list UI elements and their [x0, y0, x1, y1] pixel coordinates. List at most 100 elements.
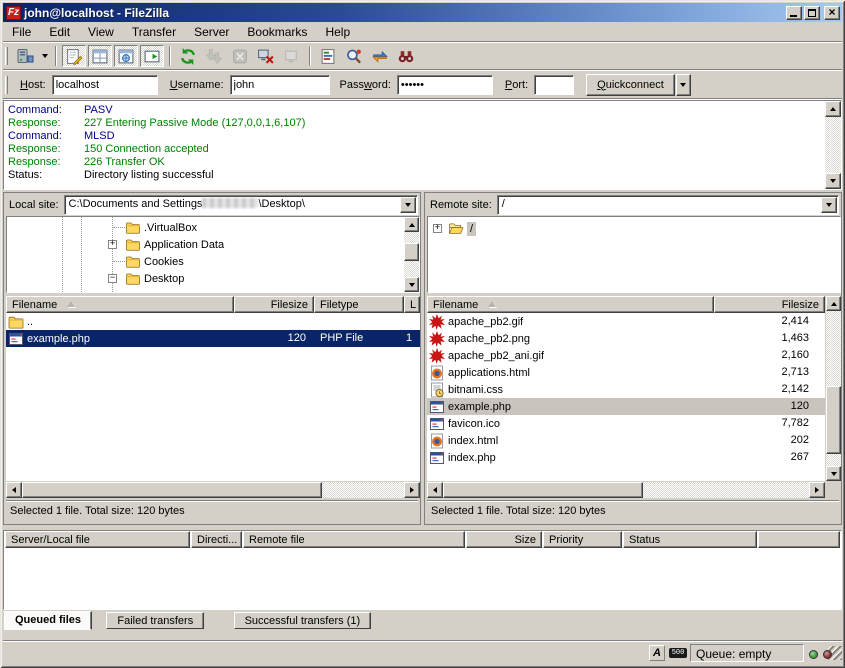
column-header-filename[interactable]: Filename: [6, 296, 234, 313]
menu-server[interactable]: Server: [185, 23, 238, 41]
quickconnect-button[interactable]: Quickconnect: [586, 74, 675, 96]
queue-column-header[interactable]: Server/Local file: [5, 531, 190, 548]
scroll-right-button[interactable]: [809, 482, 825, 498]
file-row[interactable]: index.html202: [427, 432, 825, 449]
queue-column-header[interactable]: Status: [623, 531, 757, 548]
file-row[interactable]: apache_pb2_ani.gif2,160: [427, 347, 825, 364]
remote-site-combo[interactable]: /: [497, 195, 839, 215]
refresh-button[interactable]: [176, 45, 200, 67]
scrollbar-thumb[interactable]: [443, 482, 643, 498]
file-row[interactable]: applications.html2,713: [427, 364, 825, 381]
toggle-remote-tree-button[interactable]: [114, 45, 138, 67]
column-header-filesize[interactable]: Filesize: [714, 296, 825, 313]
tree-expander-expand[interactable]: +: [108, 240, 117, 249]
tab-failed-transfers[interactable]: Failed transfers: [106, 612, 204, 629]
remote-file-list[interactable]: apache_pb2.gif2,414apache_pb2.png1,463ap…: [427, 313, 825, 481]
scrollbar-thumb[interactable]: [826, 386, 841, 454]
site-manager-dropdown-button[interactable]: [38, 45, 51, 67]
close-button[interactable]: ×: [824, 6, 840, 20]
synchronized-browsing-button[interactable]: [368, 45, 392, 67]
tab-queued-files[interactable]: Queued files: [4, 611, 92, 630]
menu-help[interactable]: Help: [316, 23, 359, 41]
file-row[interactable]: favicon.ico7,782: [427, 415, 825, 432]
site-manager-button[interactable]: [13, 45, 37, 67]
toggle-local-tree-button[interactable]: [88, 45, 112, 67]
queue-column-header[interactable]: Directi...: [191, 531, 242, 548]
port-input[interactable]: [534, 75, 574, 95]
tree-expander-expand[interactable]: +: [433, 224, 442, 233]
message-log[interactable]: Command:PASVResponse:227 Entering Passiv…: [3, 100, 842, 190]
menu-file[interactable]: File: [3, 23, 40, 41]
local-tree[interactable]: .VirtualBox + Application DataCookies−Desk…: [6, 216, 420, 293]
log-scrollbar[interactable]: [825, 101, 841, 189]
scroll-left-button[interactable]: [427, 482, 443, 498]
remote-tree[interactable]: +/: [427, 216, 841, 293]
drag-grip[interactable]: [5, 76, 8, 94]
file-row[interactable]: apache_pb2.gif2,414: [427, 313, 825, 330]
scroll-down-button[interactable]: [404, 277, 419, 292]
drag-grip[interactable]: [5, 47, 8, 65]
scroll-left-button[interactable]: [6, 482, 22, 498]
local-pane: Local site: C:\Documents and Settings\De…: [3, 192, 421, 525]
host-input[interactable]: [52, 75, 158, 95]
file-row[interactable]: apache_pb2.png1,463: [427, 330, 825, 347]
queue-column-header[interactable]: Size: [466, 531, 542, 548]
toggle-message-log-button[interactable]: [62, 45, 86, 67]
quickconnect-dropdown-button[interactable]: [676, 74, 691, 96]
local-file-list[interactable]: ..example.php120PHP File1: [6, 313, 420, 481]
separator: [3, 640, 842, 642]
minimize-button[interactable]: [786, 6, 802, 20]
queue-column-header[interactable]: Priority: [543, 531, 622, 548]
tree-item[interactable]: Cookies: [125, 253, 184, 270]
data-type-indicator-icon[interactable]: A: [649, 645, 665, 661]
scrollbar-thumb[interactable]: [22, 482, 322, 498]
transfer-queue[interactable]: Server/Local fileDirecti...Remote fileSi…: [3, 530, 842, 610]
maximize-button[interactable]: [804, 6, 820, 20]
queue-column-header[interactable]: Remote file: [243, 531, 465, 548]
column-header-last-modified[interactable]: L: [404, 296, 420, 313]
title-bar[interactable]: Fz john@localhost - FileZilla ×: [3, 3, 842, 22]
tab-successful-transfers-1-[interactable]: Successful transfers (1): [234, 612, 372, 629]
tree-expander-collapse[interactable]: −: [108, 274, 117, 283]
scroll-down-button[interactable]: [825, 173, 841, 189]
scroll-up-button[interactable]: [826, 296, 841, 311]
scrollbar-thumb[interactable]: [404, 243, 419, 261]
tree-item[interactable]: Desktop: [125, 270, 184, 287]
scroll-down-button[interactable]: [826, 466, 841, 481]
tree-item[interactable]: .VirtualBox: [125, 219, 197, 236]
remote-vscrollbar[interactable]: [826, 296, 841, 481]
file-row[interactable]: example.php120: [427, 398, 825, 415]
toggle-transfer-queue-button[interactable]: [140, 45, 164, 67]
column-header-filename[interactable]: Filename: [427, 296, 714, 313]
column-header-filesize[interactable]: Filesize: [234, 296, 314, 313]
disconnect-button[interactable]: [254, 45, 278, 67]
username-input[interactable]: [230, 75, 330, 95]
file-row[interactable]: ..: [6, 313, 420, 330]
queue-column-header[interactable]: [758, 531, 840, 548]
menu-bookmarks[interactable]: Bookmarks: [238, 23, 316, 41]
remote-site-dropdown-button[interactable]: [821, 197, 837, 213]
local-site-combo[interactable]: C:\Documents and Settings\Desktop\: [64, 195, 418, 215]
speed-limits-icon[interactable]: 500: [669, 648, 687, 658]
file-row[interactable]: bitnami.css2,142: [427, 381, 825, 398]
log-type: Response:: [8, 156, 84, 169]
tree-item[interactable]: Application Data: [125, 236, 224, 253]
scroll-up-button[interactable]: [404, 217, 419, 232]
local-hscrollbar[interactable]: [6, 482, 420, 498]
local-tree-scrollbar[interactable]: [404, 217, 419, 292]
scroll-up-button[interactable]: [825, 101, 841, 117]
menu-view[interactable]: View: [79, 23, 123, 41]
local-site-dropdown-button[interactable]: [400, 197, 416, 213]
menu-transfer[interactable]: Transfer: [123, 23, 185, 41]
remote-hscrollbar[interactable]: [427, 482, 825, 498]
find-files-button[interactable]: [394, 45, 418, 67]
tree-item[interactable]: /: [448, 220, 476, 237]
directory-comparison-button[interactable]: [342, 45, 366, 67]
column-header-filetype[interactable]: Filetype: [314, 296, 404, 313]
directory-filters-button[interactable]: [316, 45, 340, 67]
password-input[interactable]: [397, 75, 493, 95]
scroll-right-button[interactable]: [404, 482, 420, 498]
file-row[interactable]: index.php267: [427, 449, 825, 466]
menu-edit[interactable]: Edit: [40, 23, 79, 41]
file-row[interactable]: example.php120PHP File1: [6, 330, 420, 347]
